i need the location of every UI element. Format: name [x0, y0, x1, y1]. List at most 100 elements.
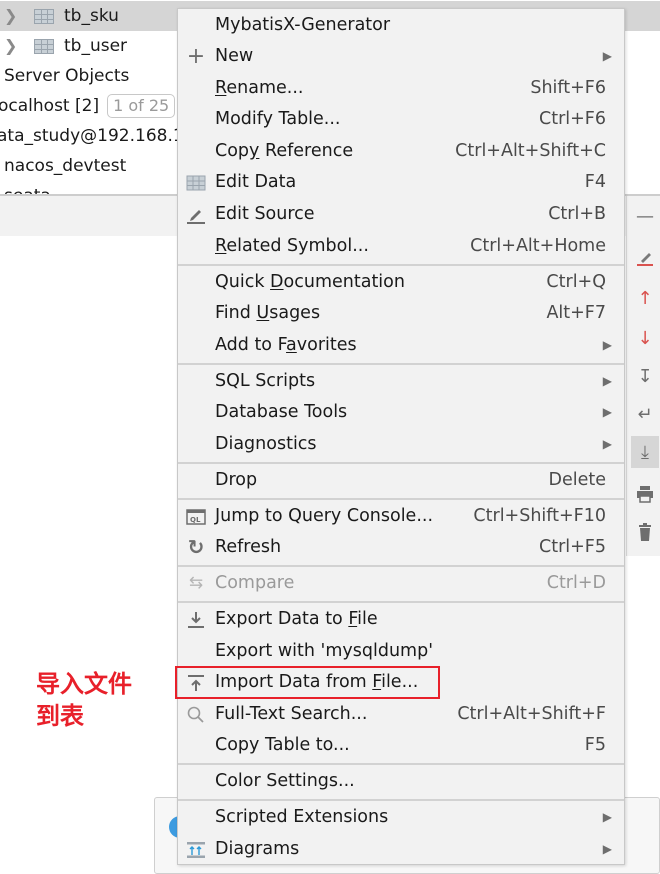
- menu-item-add-to-favorites[interactable]: Add to Favorites ▶: [178, 330, 624, 361]
- tree-item-data-study[interactable]: ata_study@192.168.1: [0, 121, 184, 151]
- menu-item-mybatisx-generator[interactable]: MybatisX-Generator: [178, 10, 624, 41]
- menu-item-label: Diagrams: [215, 839, 300, 859]
- menu-item-label: Rename...: [215, 78, 304, 98]
- menu-item-label: Related Symbol...: [215, 236, 369, 256]
- menu-item-label: Full-Text Search...: [215, 704, 368, 724]
- menu-item-new[interactable]: + New ▶: [178, 41, 624, 72]
- menu-item-related-symbol[interactable]: Related Symbol... Ctrl+Alt+Home: [178, 231, 624, 262]
- menu-item-label: MybatisX-Generator: [215, 15, 391, 35]
- menu-item-label: Color Settings...: [215, 771, 355, 791]
- menu-item-label: Copy Table to...: [215, 735, 350, 755]
- menu-item-find-usages[interactable]: Find Usages Alt+F7: [178, 298, 624, 329]
- menu-item-shortcut: Shift+F6: [530, 78, 606, 98]
- tree-item-label: ata_study@192.168.1: [0, 126, 184, 146]
- annotation-line-1: 导入文件: [36, 670, 132, 698]
- menu-separator: [178, 601, 624, 603]
- arrow-up-icon[interactable]: ↑: [631, 282, 659, 314]
- menu-item-label: Edit Source: [215, 204, 315, 224]
- menu-item-shortcut: Alt+F7: [546, 303, 606, 323]
- menu-item-diagnostics[interactable]: Diagnostics ▶: [178, 429, 624, 460]
- menu-item-copy-reference[interactable]: Copy Reference Ctrl+Alt+Shift+C: [178, 136, 624, 167]
- menu-item-sql-scripts[interactable]: SQL Scripts ▶: [178, 366, 624, 397]
- submenu-arrow-icon: ▶: [602, 437, 612, 451]
- download-icon: [185, 604, 207, 635]
- menu-item-label: SQL Scripts: [215, 371, 316, 391]
- submenu-arrow-icon: ▶: [602, 338, 612, 352]
- menu-item-label: Compare: [215, 573, 295, 593]
- submenu-arrow-icon: ▶: [602, 49, 612, 63]
- menu-item-rename[interactable]: Rename... Shift+F6: [178, 73, 624, 104]
- menu-item-shortcut: Ctrl+Q: [546, 272, 606, 292]
- tree-item-seata[interactable]: seata: [4, 181, 51, 194]
- menu-item-label: Find Usages: [215, 303, 321, 323]
- tree-item-label: ocalhost [2]: [0, 96, 100, 116]
- tree-item-label: Server Objects: [4, 66, 130, 86]
- menu-item-export-data-to-file[interactable]: Export Data to File: [178, 604, 624, 635]
- collapse-icon[interactable]: —: [631, 200, 659, 232]
- submenu-arrow-icon: ▶: [602, 842, 612, 856]
- menu-item-shortcut: Ctrl+B: [548, 204, 606, 224]
- menu-item-quick-documentation[interactable]: Quick Documentation Ctrl+Q: [178, 267, 624, 298]
- menu-item-scripted-extensions[interactable]: Scripted Extensions ▶: [178, 802, 624, 833]
- submenu-arrow-icon: ▶: [602, 374, 612, 388]
- menu-item-label: Modify Table...: [215, 109, 341, 129]
- menu-item-label: Import Data from File...: [215, 672, 419, 692]
- wrap-icon[interactable]: ↵: [631, 398, 659, 430]
- menu-item-database-tools[interactable]: Database Tools ▶: [178, 397, 624, 428]
- menu-item-color-settings[interactable]: Color Settings...: [178, 766, 624, 797]
- menu-item-label: Database Tools: [215, 402, 348, 422]
- menu-separator: [178, 565, 624, 567]
- scroll-to-end-icon[interactable]: ⤓: [631, 436, 659, 468]
- diagram-icon: [185, 834, 207, 865]
- menu-item-label: Add to Favorites: [215, 335, 357, 355]
- tree-item-label: tb_user: [64, 36, 128, 56]
- menu-item-diagrams[interactable]: Diagrams ▶: [178, 834, 624, 865]
- count-badge: 1 of 25: [107, 94, 176, 118]
- right-toolbar: — ↑ ↓ ↧ ↵ ⤓: [626, 196, 660, 556]
- menu-item-label: Jump to Query Console...: [215, 506, 434, 526]
- submenu-arrow-icon: ▶: [602, 810, 612, 824]
- menu-item-full-text-search[interactable]: Full-Text Search... Ctrl+Alt+Shift+F: [178, 699, 624, 730]
- tree-item-server-objects[interactable]: Server Objects: [4, 61, 129, 91]
- menu-separator: [178, 264, 624, 266]
- edit-icon[interactable]: [631, 242, 659, 274]
- sort-icon[interactable]: ↧: [631, 360, 659, 392]
- refresh-icon: ↻: [187, 535, 205, 559]
- plus-icon: +: [186, 44, 206, 69]
- menu-item-shortcut: F4: [584, 172, 606, 192]
- menu-item-compare[interactable]: ⇆ Compare Ctrl+D: [178, 568, 624, 599]
- menu-item-import-data-from-file[interactable]: Import Data from File...: [178, 667, 624, 698]
- menu-item-refresh[interactable]: ↻ Refresh Ctrl+F5: [178, 532, 624, 563]
- menu-item-shortcut: Ctrl+F6: [538, 109, 606, 129]
- menu-item-label: Scripted Extensions: [215, 807, 389, 827]
- pencil-icon: [185, 199, 207, 230]
- menu-item-edit-data[interactable]: Edit Data F4: [178, 167, 624, 198]
- menu-item-shortcut: Ctrl+F5: [538, 537, 606, 557]
- compare-icon: ⇆: [188, 573, 204, 593]
- print-icon[interactable]: [631, 478, 659, 510]
- menu-item-label: Export with 'mysqldump': [215, 641, 434, 661]
- trash-icon[interactable]: [631, 516, 659, 548]
- menu-item-edit-source[interactable]: Edit Source Ctrl+B: [178, 199, 624, 230]
- chevron-right-icon[interactable]: ❯: [4, 31, 18, 61]
- menu-item-modify-table[interactable]: Modify Table... Ctrl+F6: [178, 104, 624, 135]
- annotation-text: 导入文件 到表: [36, 668, 166, 732]
- table-icon: [185, 167, 207, 198]
- menu-item-label: New: [215, 46, 254, 66]
- tree-item-nacos-devtest[interactable]: nacos_devtest: [4, 151, 126, 181]
- menu-item-copy-table-to[interactable]: Copy Table to... F5: [178, 730, 624, 761]
- menu-item-drop[interactable]: Drop Delete: [178, 465, 624, 496]
- menu-separator: [178, 363, 624, 365]
- menu-separator: [178, 799, 624, 801]
- tree-item-localhost[interactable]: ocalhost [2] 1 of 25: [0, 91, 176, 121]
- menu-item-shortcut: Ctrl+D: [546, 573, 606, 593]
- menu-item-shortcut: Ctrl+Alt+Home: [470, 236, 606, 256]
- menu-item-jump-to-query-console[interactable]: QL Jump to Query Console... Ctrl+Shift+F…: [178, 501, 624, 532]
- arrow-down-icon[interactable]: ↓: [631, 322, 659, 354]
- table-icon: [34, 9, 54, 24]
- menu-item-shortcut: Ctrl+Shift+F10: [473, 506, 606, 526]
- menu-item-label: Drop: [215, 470, 258, 490]
- chevron-right-icon[interactable]: ❯: [4, 1, 18, 31]
- menu-item-export-with-mysqldump[interactable]: Export with 'mysqldump': [178, 636, 624, 667]
- menu-item-shortcut: Ctrl+Alt+Shift+C: [455, 141, 606, 161]
